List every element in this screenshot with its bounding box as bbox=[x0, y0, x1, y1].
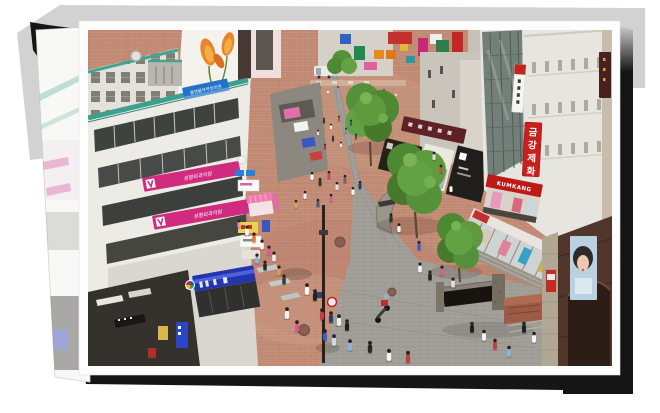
kumkang-char-4: 화 bbox=[526, 165, 536, 177]
classical-building: 금 강 제 화 KUMKANG bbox=[480, 30, 612, 244]
main-photo: 몸앤몸부부한의원 성형외과의원 성형외과의원 bbox=[79, 21, 620, 375]
satellite-dish bbox=[131, 51, 141, 61]
photo-collage: 몸앤몸부부한의원 성형외과의원 성형외과의원 bbox=[0, 0, 660, 413]
stone-pillar bbox=[542, 232, 558, 366]
red-vending-machine bbox=[546, 270, 556, 292]
photo-collage-canvas: 몸앤몸부부한의원 성형외과의원 성형외과의원 bbox=[0, 0, 660, 413]
pinwheel-logo bbox=[186, 281, 195, 290]
midleft-shops bbox=[270, 82, 328, 182]
pillar-dark-sign bbox=[599, 52, 611, 98]
cosmetics-ad-poster bbox=[570, 236, 597, 300]
street-scene: 몸앤몸부부한의원 성형외과의원 성형외과의원 bbox=[88, 30, 612, 375]
shadow-soft-fade bbox=[618, 24, 634, 72]
kumkang-char-3: 제 bbox=[527, 152, 536, 164]
kumkang-char-2: 강 bbox=[528, 139, 538, 151]
brown-department-store bbox=[533, 216, 613, 366]
kumkang-vertical-sign: 금 강 제 화 bbox=[522, 122, 542, 178]
kumkang-char-1: 금 bbox=[528, 127, 538, 138]
